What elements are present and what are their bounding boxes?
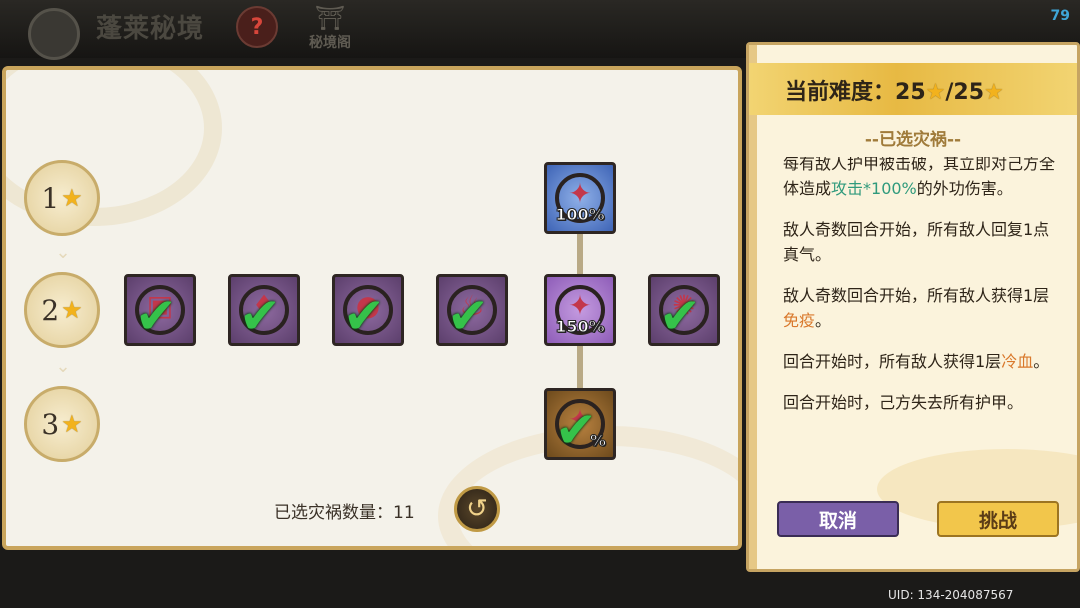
difficulty-text: 当前难度：25★/25★ xyxy=(785,74,1004,106)
connector-line xyxy=(577,346,583,392)
star-icon: ★ xyxy=(61,296,83,324)
pavilion-tab[interactable]: ⛩ 秘境阁 xyxy=(300,4,360,56)
challenge-button[interactable]: 挑战 xyxy=(937,501,1059,537)
disaster-description: 敌人奇数回合开始，所有敌人获得1层免疫。 xyxy=(783,286,1050,330)
check-icon: ✔ xyxy=(239,287,281,345)
node-percent: 100% xyxy=(555,205,605,225)
level-3-badge[interactable]: 3 ★ xyxy=(24,386,100,462)
check-icon: ✔ xyxy=(447,287,489,345)
pavilion-label: 秘境阁 xyxy=(309,35,351,51)
disaster-node[interactable]: ♦ ✔ xyxy=(228,274,300,346)
disaster-node-top[interactable]: ✦ 100% xyxy=(544,162,616,234)
panel-edge xyxy=(749,45,757,569)
star-icon: ★ xyxy=(61,410,83,438)
level-number: 3 xyxy=(41,407,60,441)
disaster-node[interactable]: ● ✔ xyxy=(332,274,404,346)
disaster-tree-panel: 1 ★ ⌄ 2 ★ ⌄ 3 ★ ✦ 100% ▣ ✔ ♦ ✔ ● ✔ ♨ ✔ ✦ 15… xyxy=(2,66,742,550)
reset-icon[interactable]: ↺ xyxy=(454,486,500,532)
disaster-description: 敌人奇数回合开始，所有敌人回复1点真气。 xyxy=(783,220,1050,264)
chevron-down-icon: ⌄ xyxy=(55,242,71,263)
disaster-description: 回合开始时，己方失去所有护甲。 xyxy=(783,393,1024,412)
back-emblem-icon[interactable] xyxy=(28,8,80,60)
check-icon: ✔ xyxy=(659,287,701,345)
disaster-description-list[interactable]: 每有敌人护甲被击破，其立即对己方全体造成攻击*100%的外功伤害。 敌人奇数回合… xyxy=(783,157,1057,489)
level-number: 1 xyxy=(41,181,60,215)
node-percent: % xyxy=(589,431,607,451)
disaster-node-bottom[interactable]: ✦ ✔ % xyxy=(544,388,616,460)
selected-count-value: 11 xyxy=(393,503,415,523)
star-icon: ★ xyxy=(984,80,1004,105)
star-icon: ★ xyxy=(925,80,946,105)
disaster-node[interactable]: ✺ ✔ xyxy=(648,274,720,346)
selected-count-label: 已选灾祸数量： xyxy=(274,503,393,523)
user-id: UID: 134-204087567 xyxy=(888,588,1014,602)
selected-disasters-title: --已选灾祸-- xyxy=(864,130,962,150)
selected-count: 已选灾祸数量：11 xyxy=(274,498,415,523)
difficulty-max: /25 xyxy=(945,80,985,105)
connector-line xyxy=(577,232,583,276)
level-2-badge[interactable]: 2 ★ xyxy=(24,272,100,348)
page-title: 蓬莱秘境 xyxy=(96,14,205,44)
disaster-description: 每有敌人护甲被击破，其立即对己方全体造成攻击*100%的外功伤害。 xyxy=(783,157,1056,198)
difficulty-label: 当前难度： xyxy=(785,80,896,105)
disaster-node[interactable]: ♨ ✔ xyxy=(436,274,508,346)
level-number: 2 xyxy=(41,293,60,327)
disaster-node[interactable]: ▣ ✔ xyxy=(124,274,196,346)
chevron-down-icon: ⌄ xyxy=(55,356,71,377)
difficulty-current: 25 xyxy=(895,80,926,105)
help-icon[interactable]: ? xyxy=(236,6,278,48)
disaster-node-mid[interactable]: ✦ 150% xyxy=(544,274,616,346)
cancel-button[interactable]: 取消 xyxy=(777,501,899,537)
level-1-badge[interactable]: 1 ★ xyxy=(24,160,100,236)
fps-counter: 79 xyxy=(1050,8,1070,24)
disaster-description: 回合开始时，所有敌人获得1层冷血。 xyxy=(783,352,1050,371)
difficulty-header: 当前难度：25★/25★ xyxy=(749,63,1077,115)
check-icon: ✔ xyxy=(135,287,177,345)
star-icon: ★ xyxy=(61,184,83,212)
check-icon: ✔ xyxy=(343,287,385,345)
difficulty-panel: 当前难度：25★/25★ --已选灾祸-- 每有敌人护甲被击破，其立即对己方全体… xyxy=(746,42,1080,572)
pavilion-icon: ⛩ xyxy=(314,4,346,32)
node-percent: 150% xyxy=(555,317,605,337)
